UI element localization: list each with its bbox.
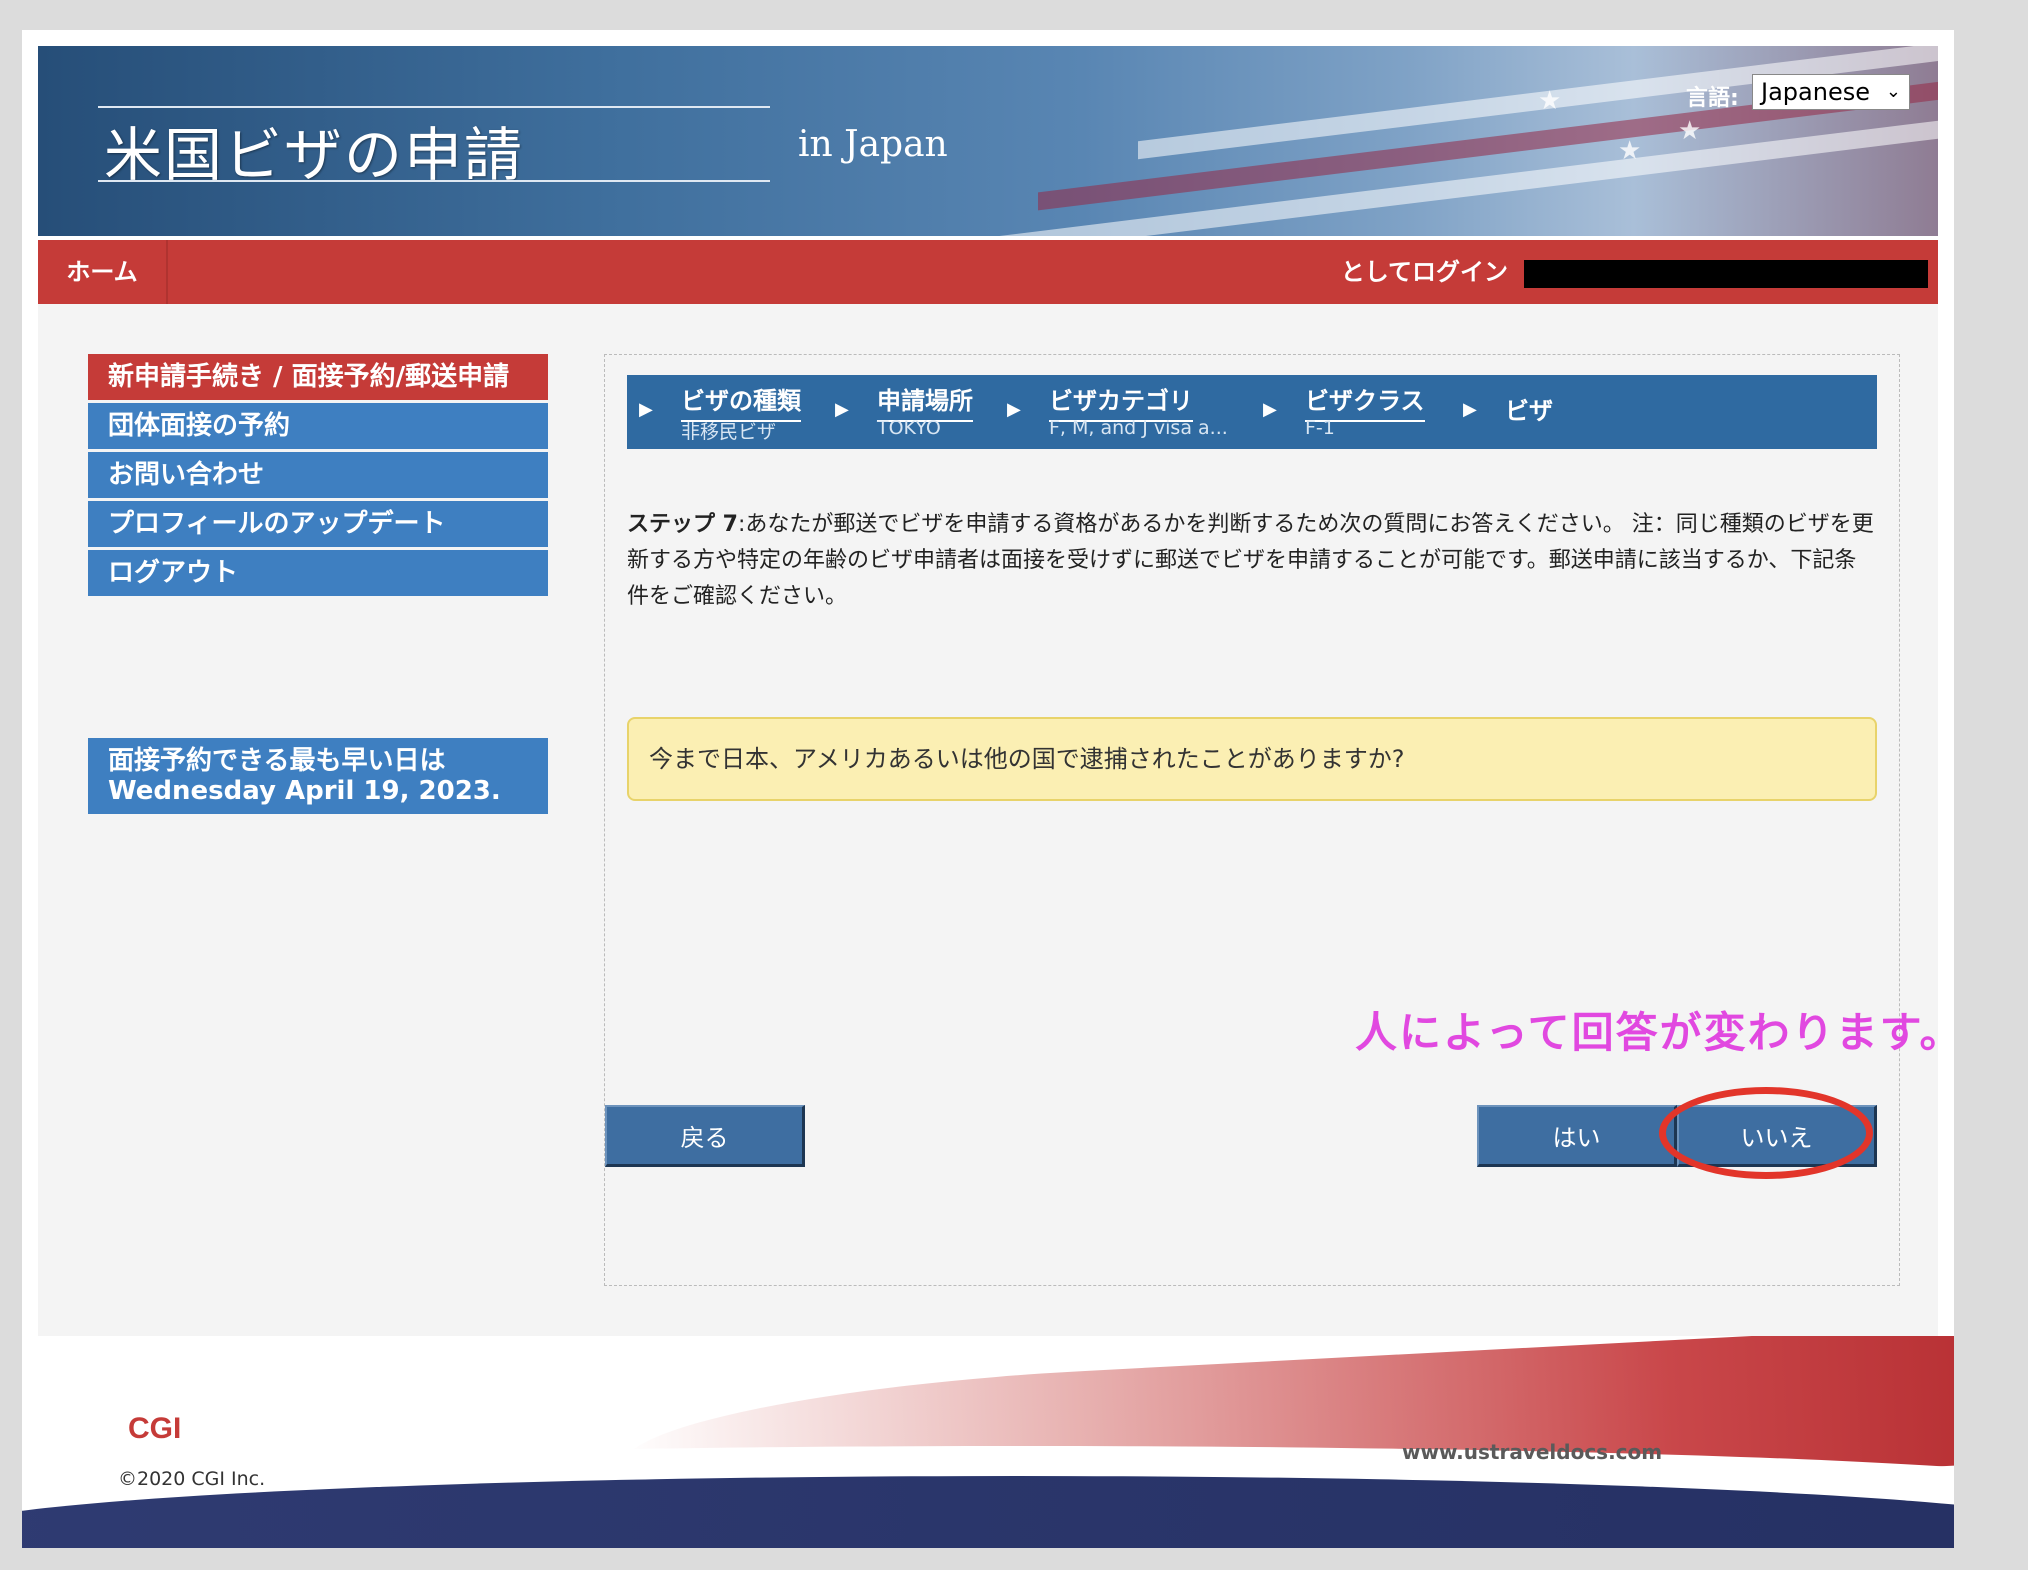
chevron-down-icon: ⌄ (1885, 81, 1901, 102)
step-label: 申請場所 (877, 381, 973, 422)
language-select[interactable]: Japanese ⌄ (1752, 74, 1910, 110)
star-icon: ★ (1618, 136, 1642, 166)
sidebar: 新申請手続き / 面接予約/郵送申請 団体面接の予約 お問い合わせ プロフィール… (88, 354, 548, 599)
title-rule (98, 180, 770, 182)
sidebar-item-update-profile[interactable]: プロフィールのアップデート (88, 501, 548, 547)
step-value: F, M, and J visa a... (1049, 417, 1228, 439)
step-value: F-1 (1305, 417, 1335, 439)
step-arrow-icon: ▶ (1463, 399, 1477, 420)
header-banner: ★ ★ ★ 米国ビザの申請 in Japan 言語: Japanese ⌄ (38, 46, 1938, 236)
sidebar-item-contact[interactable]: お問い合わせ (88, 452, 548, 498)
star-icon: ★ (1678, 116, 1702, 146)
redacted-username (1524, 260, 1928, 288)
star-icon: ★ (1538, 86, 1562, 116)
step-instructions: ステップ 7:あなたが郵送でビザを申請する資格があるかを判断するため次の質問にお… (627, 507, 1877, 615)
cgi-logo: CGI (128, 1412, 182, 1445)
no-button[interactable]: いいえ (1677, 1105, 1877, 1167)
yes-button[interactable]: はい (1477, 1105, 1677, 1167)
sidebar-item-new-application[interactable]: 新申請手続き / 面接予約/郵送申請 (88, 354, 548, 400)
back-button[interactable]: 戻る (605, 1105, 805, 1167)
step-label: ビザの種類 (681, 381, 801, 422)
step-description: :あなたが郵送でビザを申請する資格があるかを判断するため次の質問にお答えください… (627, 512, 1874, 609)
step-arrow-icon: ▶ (639, 399, 653, 420)
nav-bar: ホーム としてログイン (38, 240, 1938, 304)
site-subtitle: in Japan (798, 124, 948, 165)
nav-home-link[interactable]: ホーム (38, 240, 168, 304)
step-label: ビザカテゴリ (1049, 381, 1193, 422)
step-label: ビザ (1505, 397, 1553, 425)
content-area: 新申請手続き / 面接予約/郵送申請 団体面接の予約 お問い合わせ プロフィール… (38, 304, 1961, 1336)
step-arrow-icon: ▶ (1007, 399, 1021, 420)
footer: CGI ©2020 CGI Inc. www.ustraveldocs.com (22, 1336, 1954, 1548)
step-label: ビザクラス (1305, 381, 1425, 422)
copyright-text: ©2020 CGI Inc. (118, 1468, 266, 1490)
annotation-text: 人によって回答が変わります。 (1355, 1008, 1964, 1057)
flag-stripe (938, 108, 1938, 236)
question-box: 今まで日本、アメリカあるいは他の国で逮捕されたことがありますか? (627, 717, 1877, 801)
sidebar-item-logout[interactable]: ログアウト (88, 550, 548, 596)
progress-steps: ▶ ビザの種類 非移民ビザ ▶ 申請場所 TOKYO ▶ ビザカテゴリ F, M… (627, 375, 1877, 449)
logged-in-as-label: としてログイン (1340, 258, 1508, 286)
language-value: Japanese (1761, 78, 1870, 106)
earliest-appointment-box: 面接予約できる最も早い日は Wednesday April 19, 2023. (88, 738, 548, 814)
step-value: 非移民ビザ (681, 421, 777, 443)
step-arrow-icon: ▶ (1263, 399, 1277, 420)
sidebar-item-group-appointment[interactable]: 団体面接の予約 (88, 403, 548, 449)
footer-url: www.ustraveldocs.com (1402, 1440, 1663, 1464)
language-label: 言語: (1686, 86, 1739, 111)
main-panel: ▶ ビザの種類 非移民ビザ ▶ 申請場所 TOKYO ▶ ビザカテゴリ F, M… (604, 354, 1961, 1286)
page: ★ ★ ★ 米国ビザの申請 in Japan 言語: Japanese ⌄ ホー… (22, 30, 1961, 1548)
step-value: TOKYO (877, 417, 941, 439)
earliest-appointment-date: Wednesday April 19, 2023. (108, 776, 501, 806)
step-number: ステップ 7 (627, 512, 738, 537)
step-arrow-icon: ▶ (835, 399, 849, 420)
earliest-appointment-label: 面接予約できる最も早い日は (108, 746, 446, 776)
